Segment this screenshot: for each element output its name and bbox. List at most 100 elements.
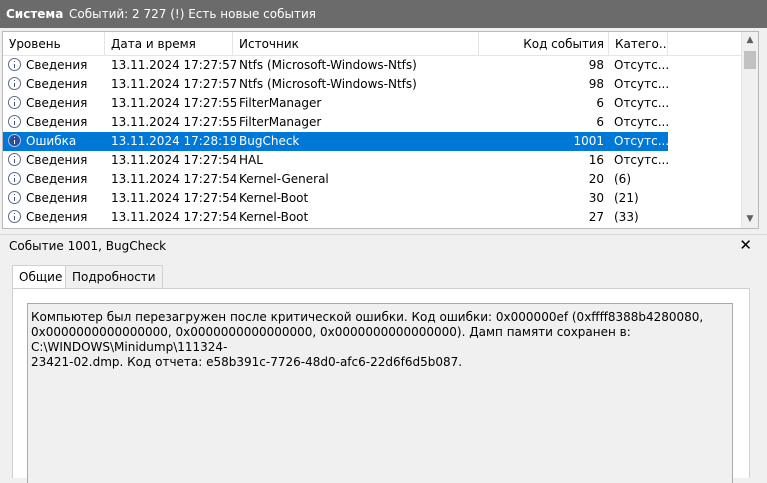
cell-category: (6) <box>614 170 668 189</box>
column-level[interactable]: Уровень <box>3 32 105 56</box>
cell-level-text: Сведения <box>26 153 88 167</box>
column-category[interactable]: Катего... <box>609 32 668 56</box>
cell-datetime-text: 13.11.2024 17:27:57 <box>111 77 236 91</box>
cell-event-id-text: 6 <box>596 115 604 129</box>
table-row[interactable]: Сведения 13.11.2024 17:27:54 Kernel-Genera… <box>3 170 668 189</box>
table-row[interactable]: Сведения 13.11.2024 17:27:54 Kernel-Boot 30… <box>3 189 668 208</box>
cell-category: Отсутс... <box>614 132 668 151</box>
cell-event-id: 98 <box>481 56 604 75</box>
cell-level-text: Сведения <box>26 191 88 205</box>
cell-category-text: Отсутс... <box>614 77 668 91</box>
cell-level: Сведения <box>8 208 105 227</box>
column-datetime[interactable]: Дата и время <box>105 32 233 56</box>
table-row[interactable]: Сведения 13.11.2024 17:27:54 HAL 16 Отсутс..… <box>3 151 668 170</box>
scroll-thumb[interactable] <box>744 51 756 69</box>
cell-event-id: 98 <box>481 75 604 94</box>
cell-datetime-text: 13.11.2024 17:27:54 <box>111 153 236 167</box>
log-titlebar: Система Событий: 2 727 (!) Есть новые со… <box>0 0 767 28</box>
event-list[interactable]: Уровень Дата и время Источник Код событи… <box>2 31 759 229</box>
info-icon <box>8 172 21 185</box>
cell-source-text: HAL <box>239 153 263 167</box>
cell-category: Отсутс... <box>614 75 668 94</box>
cell-event-id: 30 <box>481 189 604 208</box>
cell-level-text: Ошибка <box>26 134 77 148</box>
cell-datetime: 13.11.2024 17:27:54 <box>111 151 236 170</box>
cell-event-id-text: 98 <box>588 77 604 91</box>
cell-datetime: 13.11.2024 17:27:57 <box>111 75 236 94</box>
log-title: Система <box>6 7 64 21</box>
cell-level-text: Сведения <box>26 115 88 129</box>
event-message[interactable]: Компьютер был перезагружен после критиче… <box>27 303 733 483</box>
message-line: 0x0000000000000000, 0x0000000000000000, … <box>31 325 631 354</box>
tab-details[interactable]: Подробности <box>65 265 163 288</box>
info-icon <box>8 153 21 166</box>
cell-source: Ntfs (Microsoft-Windows-Ntfs) <box>239 56 479 75</box>
cell-datetime: 13.11.2024 17:27:57 <box>111 56 236 75</box>
close-icon[interactable]: ✕ <box>739 236 752 254</box>
cell-datetime: 13.11.2024 17:27:54 <box>111 170 236 189</box>
cell-datetime-text: 13.11.2024 17:27:54 <box>111 210 236 224</box>
info-icon <box>8 58 21 71</box>
cell-datetime-text: 13.11.2024 17:27:55 <box>111 115 236 129</box>
cell-event-id: 1001 <box>481 132 604 151</box>
info-icon <box>8 115 21 128</box>
cell-datetime-text: 13.11.2024 17:27:55 <box>111 96 236 110</box>
table-row[interactable]: Ошибка 13.11.2024 17:28:19 BugCheck 1001 Отс… <box>3 132 668 151</box>
cell-datetime: 13.11.2024 17:28:19 <box>111 132 236 151</box>
column-source[interactable]: Источник <box>233 32 479 56</box>
info-icon <box>8 210 21 223</box>
table-row[interactable]: Сведения 13.11.2024 17:27:55 FilterManager… <box>3 94 668 113</box>
scroll-down-icon[interactable]: ▼ <box>742 211 758 228</box>
cell-source: FilterManager <box>239 113 479 132</box>
cell-datetime-text: 13.11.2024 17:27:54 <box>111 191 236 205</box>
cell-source: BugCheck <box>239 132 479 151</box>
table-row[interactable]: Сведения 13.11.2024 17:27:57 Ntfs (Microso… <box>3 75 668 94</box>
cell-source-text: Ntfs (Microsoft-Windows-Ntfs) <box>239 77 417 91</box>
cell-category-text: Отсутс... <box>614 96 668 110</box>
cell-event-id: 16 <box>481 151 604 170</box>
table-row[interactable]: Сведения 13.11.2024 17:27:55 FilterManager… <box>3 113 668 132</box>
cell-datetime: 13.11.2024 17:27:55 <box>111 94 236 113</box>
cell-source: Kernel-General <box>239 170 479 189</box>
cell-category: (33) <box>614 208 668 227</box>
cell-datetime-text: 13.11.2024 17:27:57 <box>111 58 236 72</box>
cell-source-text: FilterManager <box>239 96 322 110</box>
cell-level-text: Сведения <box>26 58 88 72</box>
cell-level: Сведения <box>8 56 105 75</box>
cell-event-id: 20 <box>481 170 604 189</box>
cell-event-id: 6 <box>481 94 604 113</box>
cell-source: Kernel-Boot <box>239 189 479 208</box>
column-event-id[interactable]: Код события <box>479 32 609 56</box>
cell-category: Отсутс... <box>614 151 668 170</box>
table-row[interactable]: Сведения 13.11.2024 17:27:57 Ntfs (Microso… <box>3 56 668 75</box>
cell-event-id-text: 30 <box>588 191 604 205</box>
cell-category-text: Отсутс... <box>614 58 668 72</box>
info-icon <box>8 77 21 90</box>
cell-event-id: 27 <box>481 208 604 227</box>
cell-source: HAL <box>239 151 479 170</box>
cell-event-id-text: 20 <box>588 172 604 186</box>
cell-source-text: FilterManager <box>239 115 322 129</box>
message-line: Компьютер был перезагружен после критиче… <box>31 310 704 324</box>
scroll-up-icon[interactable]: ▲ <box>742 32 758 49</box>
cell-source-text: Ntfs (Microsoft-Windows-Ntfs) <box>239 58 417 72</box>
cell-datetime-text: 13.11.2024 17:28:19 <box>111 134 236 148</box>
cell-level: Сведения <box>8 151 105 170</box>
tab-general[interactable]: Общие <box>12 265 70 289</box>
list-scrollbar[interactable]: ▲ ▼ <box>741 32 758 228</box>
cell-datetime: 13.11.2024 17:27:55 <box>111 113 236 132</box>
cell-source-text: Kernel-Boot <box>239 210 309 224</box>
cell-source: FilterManager <box>239 94 479 113</box>
cell-level: Сведения <box>8 94 105 113</box>
cell-category: Отсутс... <box>614 113 668 132</box>
cell-event-id: 6 <box>481 113 604 132</box>
cell-level-text: Сведения <box>26 172 88 186</box>
cell-event-id-text: 16 <box>588 153 604 167</box>
cell-level: Сведения <box>8 170 105 189</box>
cell-category-text: Отсутс... <box>614 153 668 167</box>
cell-level-text: Сведения <box>26 96 88 110</box>
cell-category: Отсутс... <box>614 56 668 75</box>
table-row[interactable]: Сведения 13.11.2024 17:27:54 Kernel-Boot 27… <box>3 208 668 227</box>
info-icon <box>8 96 21 109</box>
cell-source-text: Kernel-General <box>239 172 329 186</box>
